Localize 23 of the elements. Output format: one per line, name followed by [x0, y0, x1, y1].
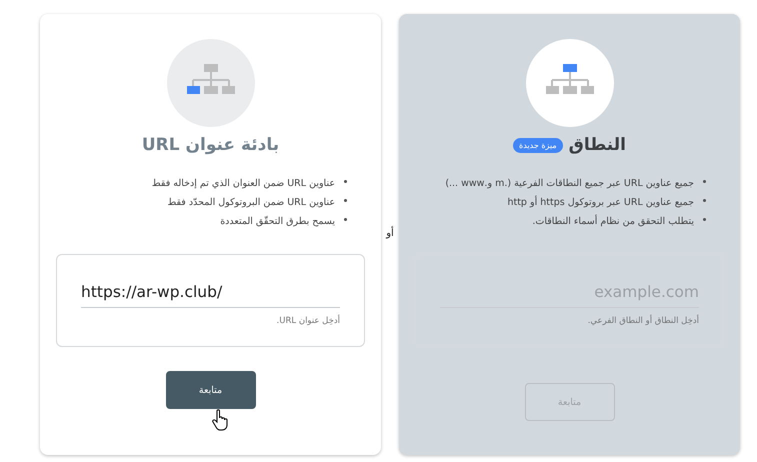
bullet-text: يسمح بطرق التحقّق المتعددة [220, 214, 335, 228]
bullet-text: عناوين URL ضمن العنوان الذي تم إدخاله فقط [152, 177, 335, 191]
hand-cursor-icon [212, 409, 230, 431]
new-badge: ميزة جديدة [513, 138, 563, 152]
card-title: النطاق [568, 135, 626, 155]
continue-button[interactable]: متابعة [166, 371, 256, 410]
domain-input[interactable]: example.com [440, 279, 699, 308]
bullet-dot [703, 218, 706, 221]
bullet-dot [703, 198, 706, 202]
or-label: أو [384, 228, 395, 238]
bullet-text: عناوين URL ضمن البروتوكول المحدّد فقط [167, 196, 335, 210]
field-helper: أدخِل عنوان URL. [276, 316, 340, 326]
bullet-text: يتطلب التحقق من نظام أسماء النطاقات. [532, 214, 694, 228]
bullet-dot [344, 218, 347, 221]
field-helper: أدخِل النطاق أو النطاق الفرعي. [586, 316, 699, 326]
url-input[interactable]: https://ar-wp.club/ [81, 279, 340, 308]
card-title: بادئة عنوان URL [142, 135, 280, 155]
bullet-text: جميع عناوين URL عبر جميع النطاقات الفرعية (.m و.www ...) [445, 177, 694, 191]
option-card[interactable] [399, 14, 740, 455]
bullet-text: جميع عناوين URL عبر بروتوكول https أو http [507, 196, 694, 210]
bullet-dot [344, 198, 347, 202]
bullet-dot [703, 180, 706, 183]
bullet-dot [344, 180, 347, 183]
